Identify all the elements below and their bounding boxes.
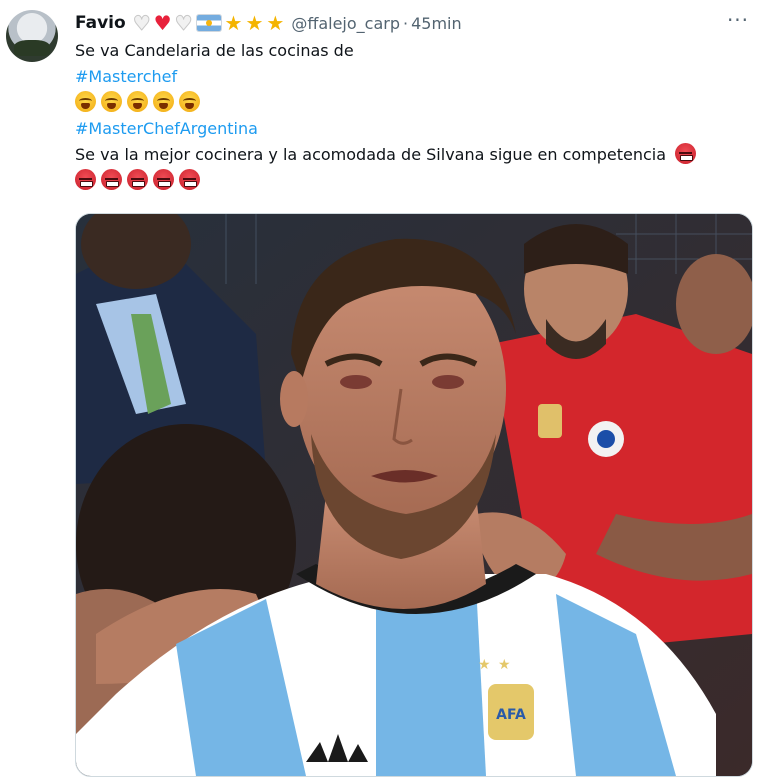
tweet-header: Favio ♥ ♥ ♥ ★ ★ ★ @ffalejo_carp · 45min [75,10,754,36]
crying-face-icon [179,91,200,112]
angry-face-icon [101,169,122,190]
avatar[interactable] [6,10,58,62]
text-line: Se va la mejor cocinera y la acomodada d… [75,145,667,164]
angry-face-icon [675,143,697,164]
tweet-photo[interactable]: AFA ★ ★ [75,213,753,777]
angry-face-icon [153,169,174,190]
red-heart-icon: ♥ [153,11,172,35]
separator-dot: · [403,13,409,33]
hashtag-masterchef-argentina[interactable]: #MasterChefArgentina [75,119,258,138]
angry-face-icon [179,169,200,190]
crying-face-icon [101,91,122,112]
crying-face-icon [127,91,148,112]
white-heart-icon: ♥ [132,11,151,35]
white-heart-icon: ♥ [174,11,193,35]
argentina-flag-icon [196,15,221,31]
svg-text:★: ★ [478,657,491,673]
angry-face-icon [127,169,148,190]
crying-face-icon [153,91,174,112]
svg-text:AFA: AFA [496,707,526,723]
angry-face-icon [75,169,96,190]
timestamp[interactable]: 45min [411,14,462,33]
angry-emoji-row [75,168,755,194]
hashtag-masterchef[interactable]: #Masterchef [75,67,177,86]
author-name[interactable]: Favio [75,13,126,33]
svg-text:★: ★ [498,657,511,673]
star-icon: ★ [266,11,285,35]
sob-emoji-row [75,90,755,116]
star-icon: ★ [224,11,243,35]
star-icon: ★ [245,11,264,35]
crying-face-icon [75,91,96,112]
tweet-text: Se va Candelaria de las cocinas de #Mast… [75,38,755,194]
more-options-icon[interactable]: ··· [724,6,752,34]
author-handle[interactable]: @ffalejo_carp [291,14,400,33]
text-line: Se va Candelaria de las cocinas de [75,41,354,60]
crying-football-player-photo: AFA ★ ★ [76,214,752,776]
